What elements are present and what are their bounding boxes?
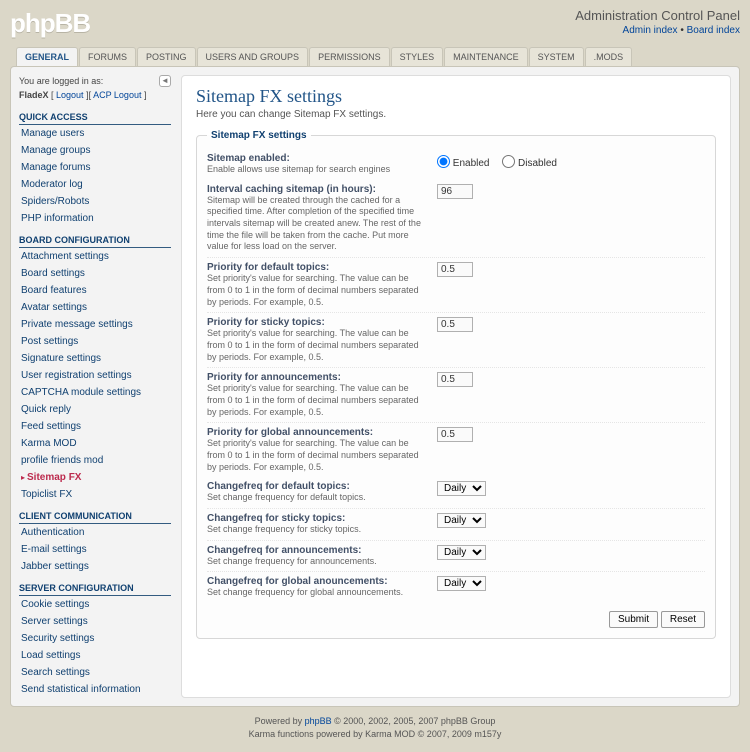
text-input-2[interactable] bbox=[437, 317, 473, 332]
select-1[interactable]: Daily bbox=[437, 513, 486, 528]
board-index-link[interactable]: Board index bbox=[687, 25, 740, 36]
sidebar-item-feed-settings[interactable]: Feed settings bbox=[19, 418, 171, 435]
sidebar-item-php-information[interactable]: PHP information bbox=[19, 210, 171, 227]
submit-button[interactable] bbox=[609, 611, 658, 628]
sidebar-item-quick-reply[interactable]: Quick reply bbox=[19, 401, 171, 418]
collapse-icon[interactable]: ◄ bbox=[159, 75, 171, 87]
sidebar-item-captcha-module-settings[interactable]: CAPTCHA module settings bbox=[19, 384, 171, 401]
sidebar-item-jabber-settings[interactable]: Jabber settings bbox=[19, 558, 171, 575]
tab--mods[interactable]: .MODS bbox=[585, 47, 633, 66]
text-input-1[interactable] bbox=[437, 262, 473, 277]
sidebar-item-manage-groups[interactable]: Manage groups bbox=[19, 142, 171, 159]
text-input-4[interactable] bbox=[437, 427, 473, 442]
sidebar-item-authentication[interactable]: Authentication bbox=[19, 524, 171, 541]
sidebar-item-board-settings[interactable]: Board settings bbox=[19, 265, 171, 282]
sidebar-item-attachment-settings[interactable]: Attachment settings bbox=[19, 248, 171, 265]
tab-users-and-groups[interactable]: USERS AND GROUPS bbox=[197, 47, 309, 66]
sidebar-heading: BOARD CONFIGURATION bbox=[19, 233, 171, 248]
sidebar-item-manage-forums[interactable]: Manage forums bbox=[19, 159, 171, 176]
sidebar-item-user-registration-settings[interactable]: User registration settings bbox=[19, 367, 171, 384]
fieldset-legend: Sitemap FX settings bbox=[207, 130, 311, 141]
sidebar-heading: QUICK ACCESS bbox=[19, 110, 171, 125]
sidebar-item-topiclist-fx[interactable]: Topiclist FX bbox=[19, 486, 171, 503]
text-input-0[interactable] bbox=[437, 184, 473, 199]
sidebar-item-moderator-log[interactable]: Moderator log bbox=[19, 176, 171, 193]
sidebar-item-sitemap-fx[interactable]: Sitemap FX bbox=[19, 469, 171, 486]
tab-general[interactable]: GENERAL bbox=[16, 47, 78, 66]
acp-logout-link[interactable]: ACP Logout bbox=[93, 90, 141, 100]
tab-posting[interactable]: POSTING bbox=[137, 47, 196, 66]
sidebar-heading: SERVER CONFIGURATION bbox=[19, 581, 171, 596]
sidebar-item-cookie-settings[interactable]: Cookie settings bbox=[19, 596, 171, 613]
disabled-radio[interactable]: Disabled bbox=[502, 158, 557, 169]
sidebar-heading: CLIENT COMMUNICATION bbox=[19, 509, 171, 524]
sidebar-item-send-statistical-information[interactable]: Send statistical information bbox=[19, 681, 171, 698]
sidebar-item-search-settings[interactable]: Search settings bbox=[19, 664, 171, 681]
sidebar-item-karma-mod[interactable]: Karma MOD bbox=[19, 435, 171, 452]
sidebar-item-signature-settings[interactable]: Signature settings bbox=[19, 350, 171, 367]
select-3[interactable]: Daily bbox=[437, 576, 486, 591]
username: FladeX bbox=[19, 90, 49, 100]
page-title: Sitemap FX settings bbox=[196, 86, 716, 107]
reset-button[interactable] bbox=[661, 611, 705, 628]
sidebar-item-board-features[interactable]: Board features bbox=[19, 282, 171, 299]
sidebar-item-post-settings[interactable]: Post settings bbox=[19, 333, 171, 350]
enabled-radio[interactable]: Enabled bbox=[437, 158, 489, 169]
tab-styles[interactable]: STYLES bbox=[391, 47, 444, 66]
phpbb-link[interactable]: phpBB bbox=[305, 716, 332, 726]
logo: phpBB bbox=[10, 8, 90, 39]
sidebar-item-server-settings[interactable]: Server settings bbox=[19, 613, 171, 630]
admin-index-link[interactable]: Admin index bbox=[623, 25, 678, 36]
sidebar-item-load-settings[interactable]: Load settings bbox=[19, 647, 171, 664]
text-input-3[interactable] bbox=[437, 372, 473, 387]
sidebar-item-avatar-settings[interactable]: Avatar settings bbox=[19, 299, 171, 316]
sidebar-item-profile-friends-mod[interactable]: profile friends mod bbox=[19, 452, 171, 469]
tab-system[interactable]: SYSTEM bbox=[529, 47, 584, 66]
select-0[interactable]: Daily bbox=[437, 481, 486, 496]
sidebar-item-manage-users[interactable]: Manage users bbox=[19, 125, 171, 142]
acp-title: Administration Control Panel bbox=[575, 8, 740, 23]
sidebar-item-spiders-robots[interactable]: Spiders/Robots bbox=[19, 193, 171, 210]
sidebar-item-security-settings[interactable]: Security settings bbox=[19, 630, 171, 647]
sidebar-item-e-mail-settings[interactable]: E-mail settings bbox=[19, 541, 171, 558]
tab-forums[interactable]: FORUMS bbox=[79, 47, 136, 66]
select-2[interactable]: Daily bbox=[437, 545, 486, 560]
logout-link[interactable]: Logout bbox=[56, 90, 84, 100]
tab-permissions[interactable]: PERMISSIONS bbox=[309, 47, 390, 66]
sidebar-item-private-message-settings[interactable]: Private message settings bbox=[19, 316, 171, 333]
tab-maintenance[interactable]: MAINTENANCE bbox=[444, 47, 528, 66]
page-subtitle: Here you can change Sitemap FX settings. bbox=[196, 109, 716, 120]
